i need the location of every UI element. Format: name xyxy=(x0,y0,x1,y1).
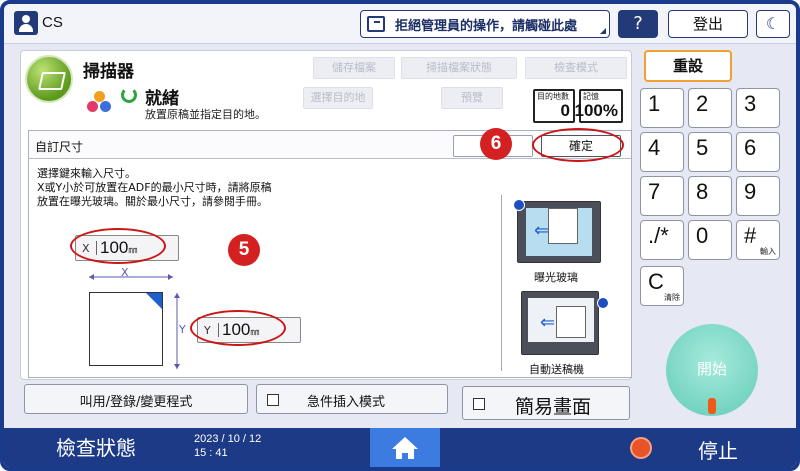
key-clear[interactable]: C 清除 xyxy=(640,266,684,306)
key-5[interactable]: 5 xyxy=(688,132,732,172)
exposure-glass-label: 曝光玻璃 xyxy=(534,271,578,284)
key-7[interactable]: 7 xyxy=(640,176,684,216)
start-button[interactable]: 開始 xyxy=(666,324,758,416)
start-indicator-led xyxy=(708,398,716,414)
admin-message-button[interactable]: 拒絕管理員的操作，請觸碰此處 xyxy=(360,10,610,38)
key-dot-star[interactable]: ./* xyxy=(640,220,684,260)
adf-icon[interactable]: ⇐ xyxy=(521,291,599,355)
key-hash-enter[interactable]: # 輸入 xyxy=(736,220,780,260)
adf-label: 自動送稿機 xyxy=(529,363,584,376)
top-bar: CS 拒絕管理員的操作，請觸碰此處 ? 登出 ☾ xyxy=(4,4,796,44)
expand-corner-icon xyxy=(600,28,606,34)
key-9[interactable]: 9 xyxy=(736,176,780,216)
message-icon xyxy=(367,16,385,32)
logout-button[interactable]: 登出 xyxy=(668,10,748,38)
destination-count-value: 0 xyxy=(560,101,570,120)
screen-frame: CS 拒絕管理員的操作，請觸碰此處 ? 登出 ☾ 掃描器 儲存檔案 掃描檔案狀態… xyxy=(0,0,800,471)
key-2[interactable]: 2 xyxy=(688,88,732,128)
key-3[interactable]: 3 xyxy=(736,88,780,128)
check-mode-button[interactable]: 檢查模式 xyxy=(525,57,627,79)
diagram-x-label: X xyxy=(121,266,129,279)
preview-button[interactable]: 預覽 xyxy=(441,87,503,109)
energy-saver-button[interactable]: ☾ xyxy=(756,10,790,38)
time-text: 15 : 41 xyxy=(194,447,228,459)
instruction-line: 放置在曝光玻璃。關於最小尺寸，請參閱手冊。 xyxy=(37,195,268,208)
stop-button[interactable]: 停止 xyxy=(620,428,796,467)
home-icon xyxy=(392,437,418,459)
key-8[interactable]: 8 xyxy=(688,176,732,216)
memory-value: 100% xyxy=(574,101,618,120)
annotation-badge-6: 6 xyxy=(480,128,512,160)
instruction-line: X或Y小於可放置在ADF的最小尺寸時，請將原稿 xyxy=(37,181,272,194)
document-outline xyxy=(89,292,163,366)
adf-badge-icon xyxy=(597,297,609,309)
interrupt-checkbox xyxy=(267,394,279,406)
scanner-app-icon xyxy=(25,55,73,103)
help-button[interactable]: ? xyxy=(618,10,658,38)
date-time: 2023 / 10 / 12 15 : 41 xyxy=(194,432,261,460)
admin-message-text: 拒絕管理員的操作，請觸碰此處 xyxy=(395,19,578,34)
annotation-oval-x xyxy=(70,228,166,264)
source-divider xyxy=(501,195,502,371)
user-icon[interactable] xyxy=(14,11,38,35)
status-subtitle: 放置原稿並指定目的地。 xyxy=(145,108,266,121)
simple-label: 簡易畫面 xyxy=(515,396,592,418)
key-0[interactable]: 0 xyxy=(688,220,732,260)
simple-screen-button[interactable]: 簡易畫面 xyxy=(462,386,630,420)
annotation-oval-y xyxy=(190,310,286,346)
stop-icon xyxy=(630,437,652,459)
key-1[interactable]: 1 xyxy=(640,88,684,128)
destination-count: 目的地數 0 xyxy=(533,89,575,123)
stop-label: 停止 xyxy=(698,439,738,463)
annotation-badge-5: 5 xyxy=(228,234,260,266)
annotation-oval-ok xyxy=(532,128,624,162)
key-4[interactable]: 4 xyxy=(640,132,684,172)
status-color-icon xyxy=(85,91,115,121)
check-status-button[interactable]: 檢查狀態 xyxy=(4,428,188,467)
diagram-y-label: Y xyxy=(179,323,186,336)
program-label: 叫用/登錄/變更程式 xyxy=(79,395,193,410)
interrupt-mode-button[interactable]: 急件插入模式 xyxy=(256,384,448,414)
store-file-button[interactable]: 儲存檔案 xyxy=(313,57,395,79)
date-text: 2023 / 10 / 12 xyxy=(194,433,262,445)
user-name: CS xyxy=(42,14,63,31)
glass-badge-icon xyxy=(513,199,525,211)
program-button[interactable]: 叫用/登錄/變更程式 xyxy=(24,384,248,414)
app-title: 掃描器 xyxy=(83,62,134,82)
home-button[interactable] xyxy=(370,428,440,467)
memory-indicator: 記憶 100% xyxy=(575,89,623,123)
reset-button[interactable]: 重設 xyxy=(644,50,732,82)
select-destination-button[interactable]: 選擇目的地 xyxy=(303,87,373,109)
interrupt-label: 急件插入模式 xyxy=(307,395,386,410)
key-6[interactable]: 6 xyxy=(736,132,780,172)
exposure-glass-icon[interactable]: ⇐ xyxy=(517,201,601,263)
simple-checkbox xyxy=(473,398,485,410)
start-label: 開始 xyxy=(696,360,727,378)
ready-status-icon xyxy=(121,87,137,103)
status-bar: 檢查狀態 2023 / 10 / 12 15 : 41 停止 xyxy=(4,428,796,467)
scan-file-status-button[interactable]: 掃描檔案狀態 xyxy=(401,57,517,79)
dialog-title: 自訂尺寸 xyxy=(35,140,84,154)
instruction-line: 選擇鍵來輸入尺寸。 xyxy=(37,167,136,180)
instructions: 選擇鍵來輸入尺寸。 X或Y小於可放置在ADF的最小尺寸時，請將原稿 放置在曝光玻… xyxy=(37,167,272,209)
